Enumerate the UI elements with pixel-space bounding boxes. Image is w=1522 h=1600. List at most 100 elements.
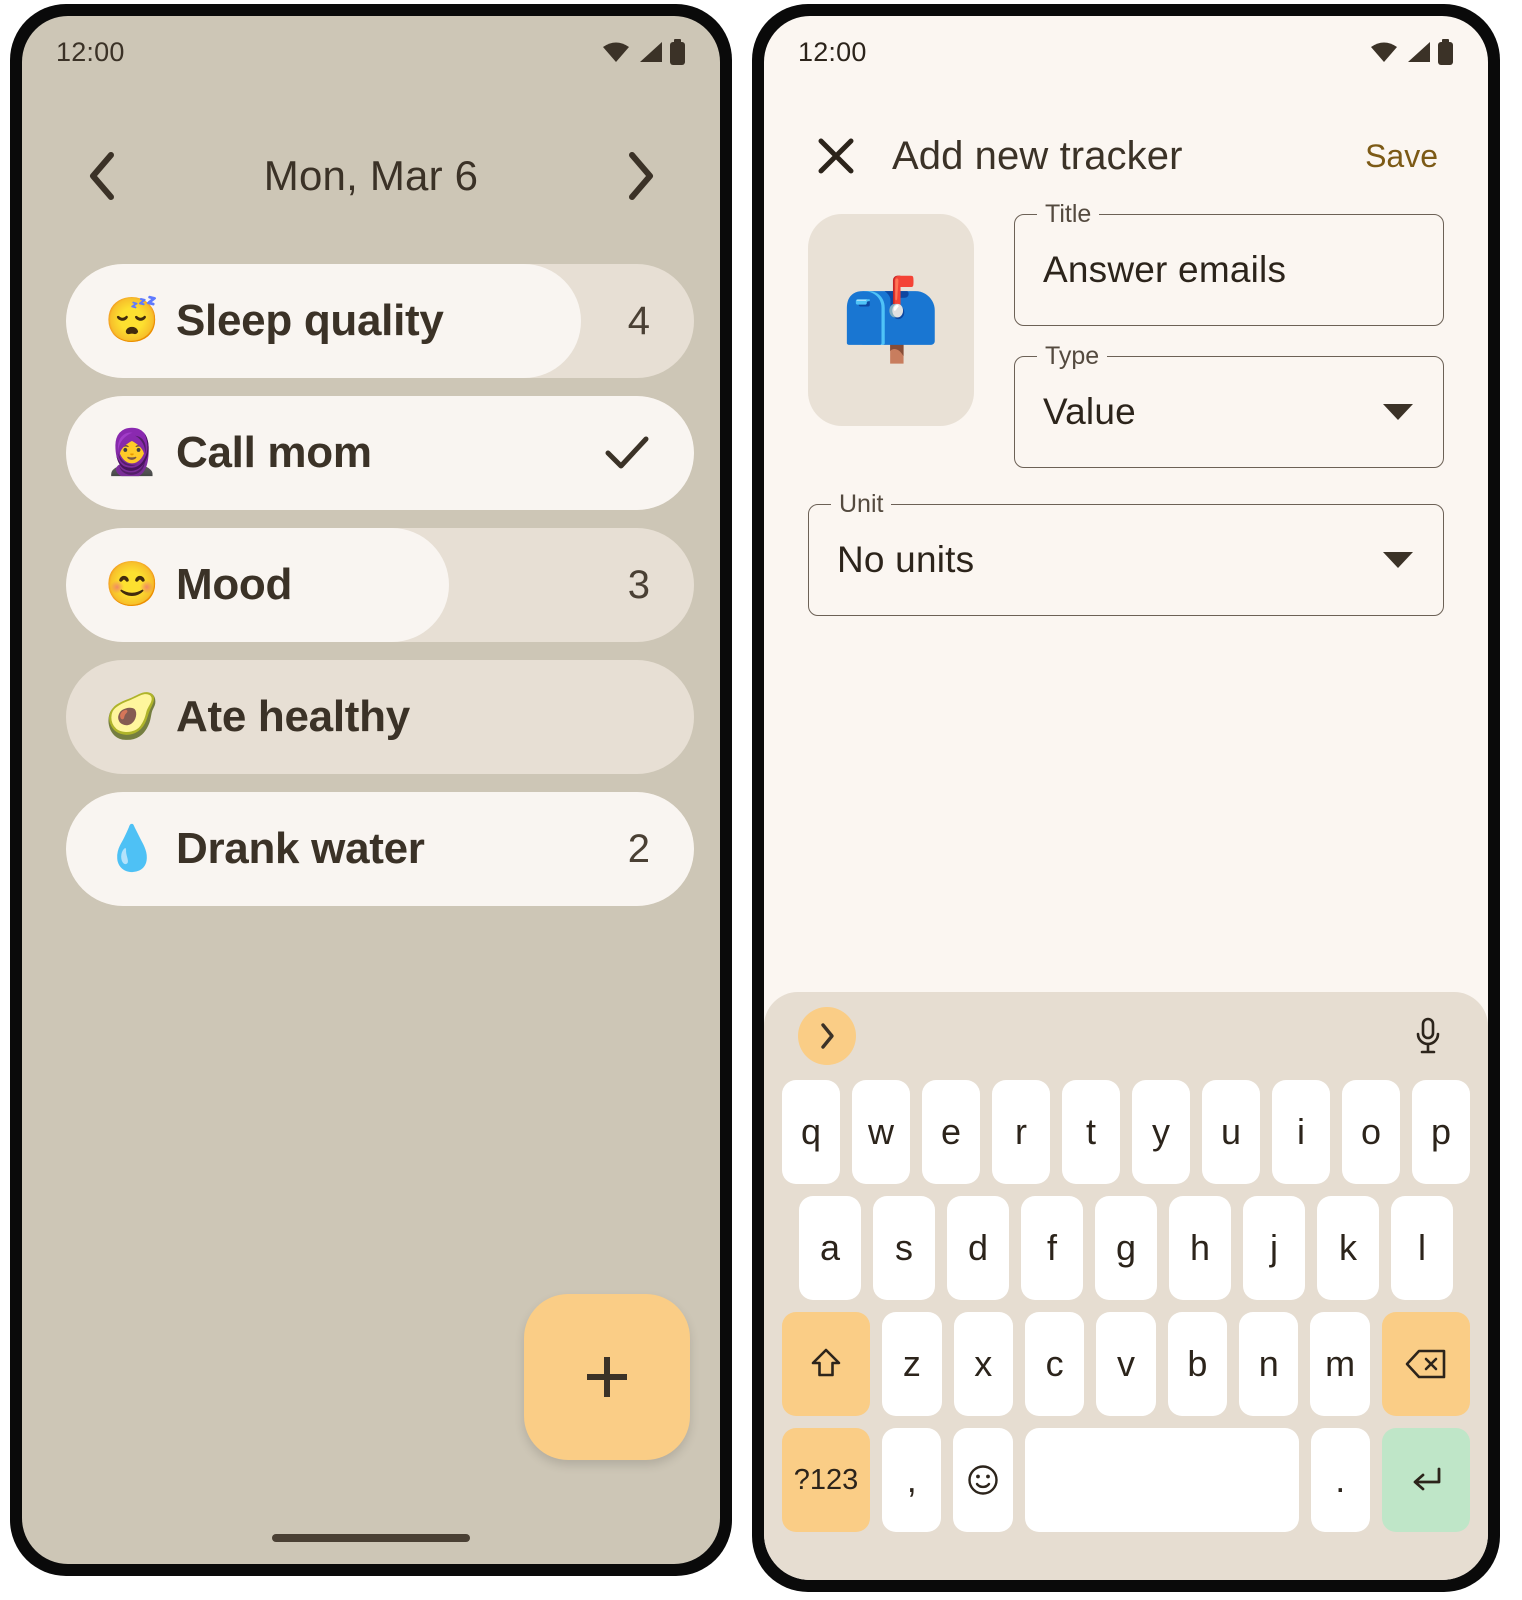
key-b[interactable]: b: [1167, 1312, 1228, 1416]
chevron-right-icon: [817, 1021, 837, 1051]
symbols-key[interactable]: ?123: [781, 1428, 871, 1532]
home-indicator-left[interactable]: [272, 1534, 470, 1542]
wifi-icon: [1369, 40, 1399, 64]
hide-keyboard-button[interactable]: [812, 1565, 868, 1580]
cellular-signal-icon: [1404, 40, 1432, 64]
key-h[interactable]: h: [1169, 1196, 1231, 1300]
keyboard-row-4: ?123 , .: [774, 1428, 1478, 1532]
keyboard-switch-icon: [1394, 1579, 1430, 1580]
key-v[interactable]: v: [1096, 1312, 1156, 1416]
tracker-name-label: Mood: [176, 560, 293, 609]
plus-icon: [579, 1349, 635, 1405]
expand-suggestions-button[interactable]: [798, 1007, 856, 1065]
period-key[interactable]: .: [1310, 1428, 1370, 1532]
key-s[interactable]: s: [873, 1196, 935, 1300]
tracker-row-content: 🧕 Call mom: [66, 396, 694, 510]
key-o[interactable]: o: [1342, 1080, 1400, 1184]
tracker-row[interactable]: 😊 Mood 3: [66, 528, 694, 642]
key-n[interactable]: n: [1239, 1312, 1299, 1416]
add-tracker-fab[interactable]: [524, 1294, 690, 1460]
key-p[interactable]: p: [1412, 1080, 1470, 1184]
enter-key[interactable]: [1381, 1428, 1471, 1532]
title-field[interactable]: Title Answer emails: [1014, 201, 1444, 326]
emoji-key[interactable]: [953, 1428, 1013, 1532]
type-field[interactable]: Type Value: [1014, 343, 1444, 468]
keyboard-bottom-bar: [774, 1544, 1478, 1580]
key-f[interactable]: f: [1021, 1196, 1083, 1300]
keyboard-suggestion-strip: [774, 992, 1478, 1080]
tracker-row-content: 😊 Mood 3: [66, 528, 694, 642]
title-field-label: Title: [1037, 201, 1100, 227]
key-e[interactable]: e: [922, 1080, 980, 1184]
shift-icon: [809, 1346, 843, 1382]
closed-mailbox-with-raised-flag-emoji: 📫: [841, 275, 941, 364]
switch-keyboard-button[interactable]: [1384, 1565, 1440, 1580]
key-t[interactable]: t: [1062, 1080, 1120, 1184]
comma-key[interactable]: ,: [882, 1428, 942, 1532]
tracker-row[interactable]: 🥑 Ate healthy: [66, 660, 694, 774]
check-icon: [604, 433, 650, 473]
key-a[interactable]: a: [799, 1196, 861, 1300]
cellular-signal-icon: [636, 40, 664, 64]
key-x[interactable]: x: [953, 1312, 1013, 1416]
next-day-button[interactable]: [612, 148, 668, 204]
tracker-row[interactable]: 😴 Sleep quality 4: [66, 264, 694, 378]
voice-input-button[interactable]: [1402, 1010, 1454, 1062]
emoji-picker-tile[interactable]: 📫: [808, 214, 974, 426]
tracker-name-label: Drank water: [176, 824, 425, 873]
smiling-face-emoji: 😊: [104, 560, 160, 609]
avocado-emoji: 🥑: [104, 692, 160, 741]
previous-day-button[interactable]: [74, 148, 130, 204]
status-bar-right: 12:00: [764, 16, 1488, 88]
keyboard-row-3: zxcvbnm: [774, 1312, 1478, 1416]
close-button[interactable]: [808, 128, 864, 184]
woman-with-headscarf-emoji: 🧕: [104, 428, 160, 477]
chevron-right-icon: [623, 150, 657, 202]
tracker-row[interactable]: 💧 Drank water 2: [66, 792, 694, 906]
type-field-label: Type: [1037, 343, 1108, 369]
shift-key[interactable]: [782, 1312, 871, 1416]
current-date-label: Mon, Mar 6: [263, 152, 479, 199]
emoji-smiley-icon: [966, 1463, 1000, 1497]
tracker-value-label: 2: [627, 826, 650, 871]
microphone-icon: [1412, 1016, 1444, 1056]
key-z[interactable]: z: [882, 1312, 942, 1416]
status-bar-clock-right: 12:00: [798, 36, 867, 67]
tracker-row-content: 😴 Sleep quality 4: [66, 264, 694, 378]
key-d[interactable]: d: [947, 1196, 1009, 1300]
tracker-list: 😴 Sleep quality 4 🧕 Call mom 😊 Mood 3 🥑 Ate healt…: [66, 264, 694, 906]
tracker-row-content: 🥑 Ate healthy: [66, 660, 694, 774]
tracker-list-screen: 12:00 Mon, Mar 6 😴 Sleep quality 4 🧕 Cal…: [22, 16, 720, 1564]
key-i[interactable]: i: [1272, 1080, 1330, 1184]
key-k[interactable]: k: [1317, 1196, 1379, 1300]
tracker-row[interactable]: 🧕 Call mom: [66, 396, 694, 510]
tracker-form: 📫 Title Answer emails Type Value Unit No…: [808, 201, 1444, 616]
key-m[interactable]: m: [1310, 1312, 1370, 1416]
space-key[interactable]: [1024, 1428, 1299, 1532]
tracker-value-label: 4: [627, 298, 650, 343]
key-y[interactable]: y: [1132, 1080, 1190, 1184]
chevron-left-icon: [85, 150, 119, 202]
unit-field[interactable]: Unit No units: [808, 491, 1444, 616]
backspace-key[interactable]: [1381, 1312, 1470, 1416]
status-bar-clock: 12:00: [56, 36, 125, 67]
key-c[interactable]: c: [1024, 1312, 1085, 1416]
key-r[interactable]: r: [992, 1080, 1050, 1184]
backspace-icon: [1405, 1348, 1447, 1380]
key-w[interactable]: w: [852, 1080, 910, 1184]
enter-return-icon: [1407, 1464, 1445, 1496]
add-tracker-screen: 12:00 Add new tracker Save 📫 Title Answe…: [764, 16, 1488, 1580]
title-field-value: Answer emails: [1043, 249, 1287, 290]
phone-left-frame: 12:00 Mon, Mar 6 😴 Sleep quality 4 🧕 Cal…: [10, 4, 732, 1576]
key-l[interactable]: l: [1391, 1196, 1453, 1300]
date-navigation-header: Mon, Mar 6: [22, 126, 720, 226]
key-q[interactable]: q: [782, 1080, 840, 1184]
tracker-name-label: Sleep quality: [176, 296, 444, 345]
app-bar: Add new tracker Save: [764, 108, 1488, 204]
key-j[interactable]: j: [1243, 1196, 1305, 1300]
key-g[interactable]: g: [1095, 1196, 1157, 1300]
phone-right-frame: 12:00 Add new tracker Save 📫 Title Answe…: [752, 4, 1500, 1592]
key-u[interactable]: u: [1202, 1080, 1260, 1184]
tracker-value-label: 3: [627, 562, 650, 607]
save-button[interactable]: Save: [1359, 130, 1444, 183]
